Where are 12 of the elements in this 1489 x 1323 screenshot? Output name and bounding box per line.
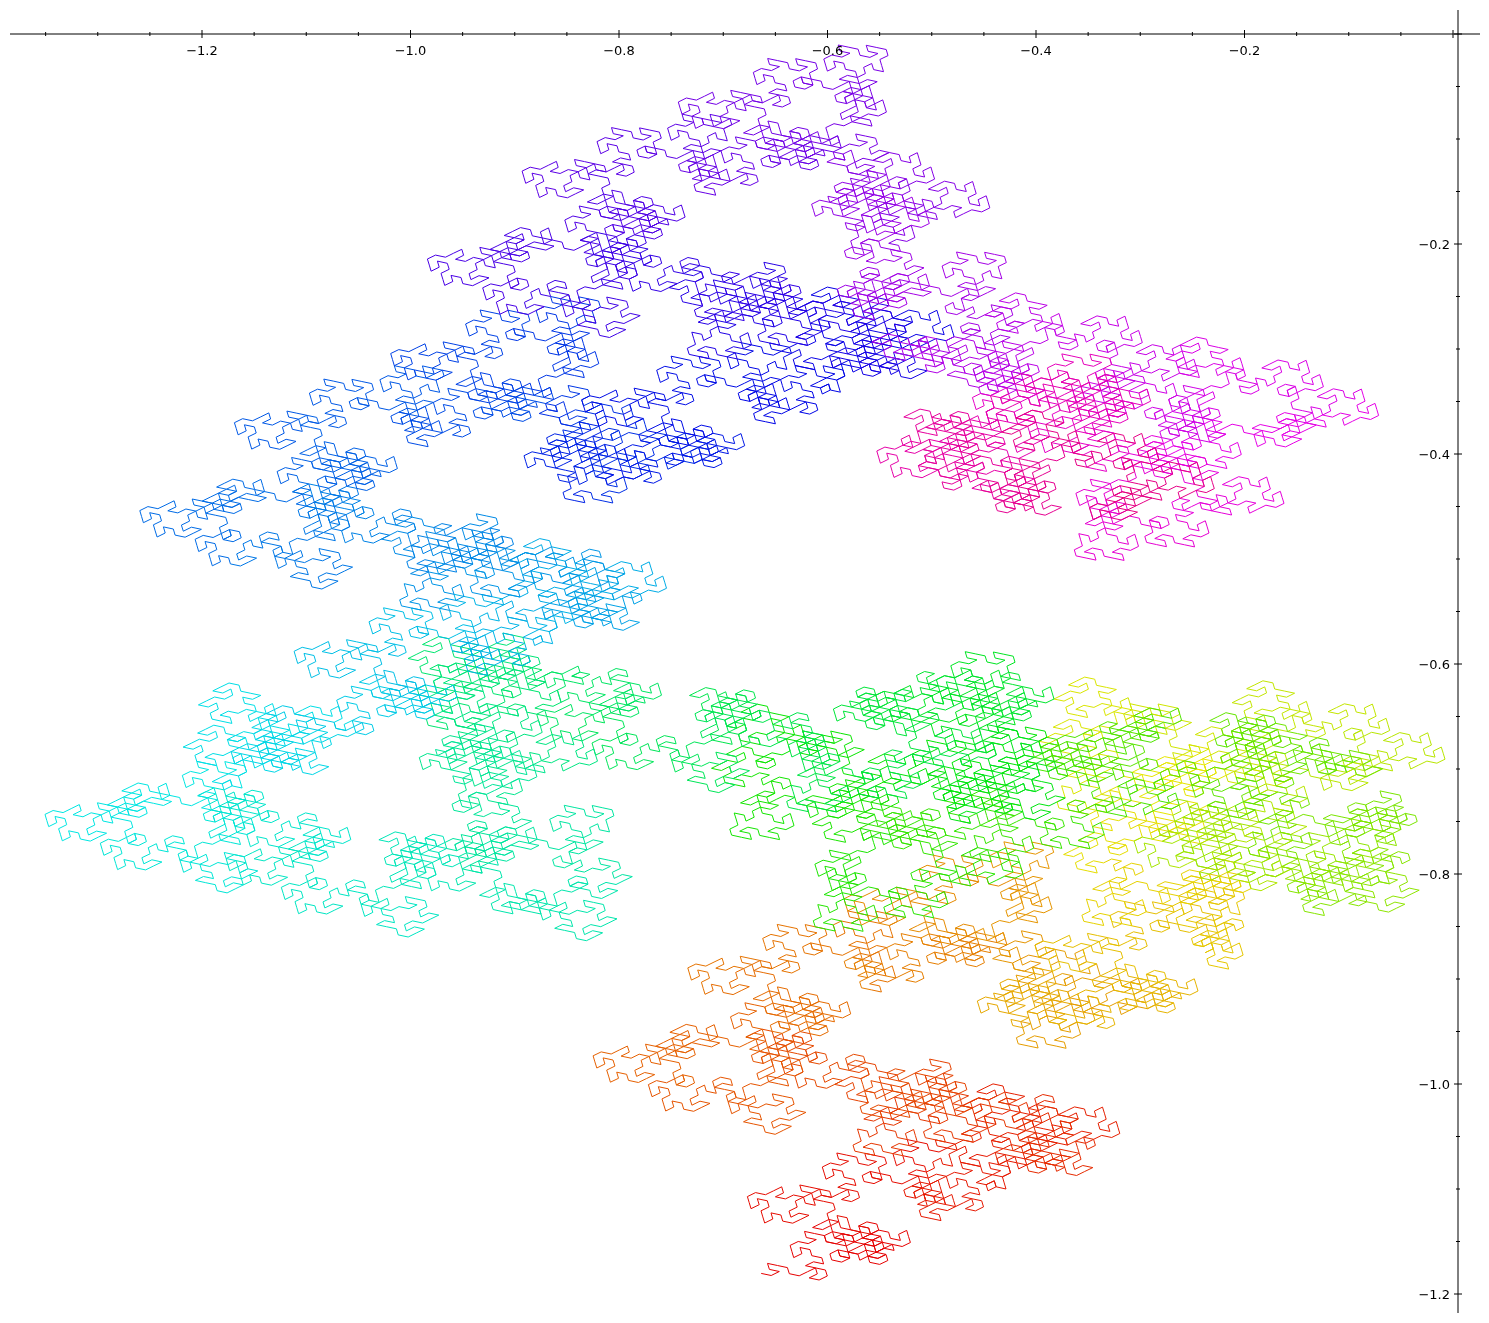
tick-label: −0.4	[1020, 43, 1052, 58]
tick-label: −0.6	[1418, 657, 1450, 672]
tick-label: −0.8	[603, 43, 635, 58]
tick-label: −0.4	[1418, 447, 1450, 462]
tick-label: −1.2	[1418, 1287, 1450, 1302]
tick-label: −1.0	[1418, 1077, 1450, 1092]
tick-label: −0.2	[1418, 237, 1450, 252]
tick-label: −1.0	[394, 43, 427, 58]
tick-label: −0.8	[1418, 867, 1450, 882]
tick-label: −0.2	[1228, 43, 1261, 58]
tick-label: −1.2	[186, 43, 218, 58]
tick-label: −0.6	[811, 43, 844, 58]
